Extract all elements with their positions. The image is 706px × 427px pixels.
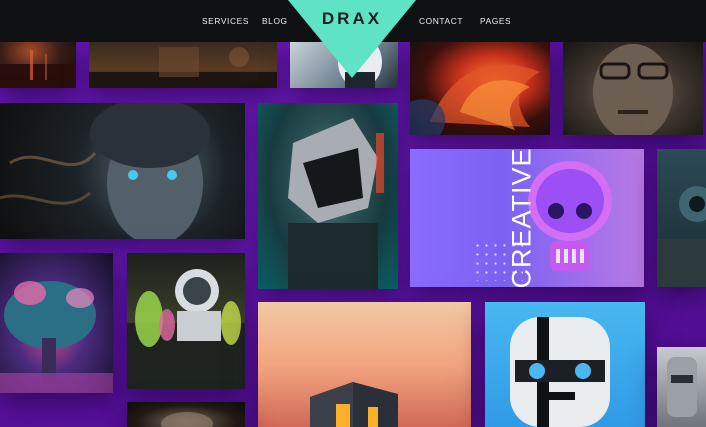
drax-logo[interactable]: DRAX [288,0,416,78]
fantasy-tree-tile[interactable] [0,253,113,393]
creative-skull-tile[interactable]: CREATIVE [410,149,644,287]
fiery-abstract-tile[interactable] [410,42,550,135]
teal-creature-tile[interactable] [657,149,706,287]
cyborg-woman-tile[interactable] [0,103,245,239]
astronaut-garden-tile[interactable] [127,253,245,389]
nav-link-services[interactable]: SERVICES [202,14,249,28]
cityscape-red-tile[interactable] [0,42,76,88]
nav-link-pages[interactable]: PAGES [480,14,511,28]
old-man-portrait-tile[interactable] [563,42,703,135]
robot-face-tile[interactable] [485,302,645,427]
nav-link-blog[interactable]: BLOG [262,14,288,28]
grey-robot-tile[interactable] [657,347,706,427]
dark-figure-tile[interactable] [127,402,245,427]
helmet-robot-tile[interactable] [258,103,398,289]
sunset-cube-tile[interactable] [258,302,471,427]
nav-link-contact[interactable]: CONTACT [419,14,463,28]
gallery-stage: CREATIVE SERVICES BLOG CONTACT PAGES DRA… [0,0,706,427]
creative-word: CREATIVE [506,149,537,287]
logo-text: DRAX [321,9,383,28]
warm-room-tile[interactable] [89,42,277,88]
